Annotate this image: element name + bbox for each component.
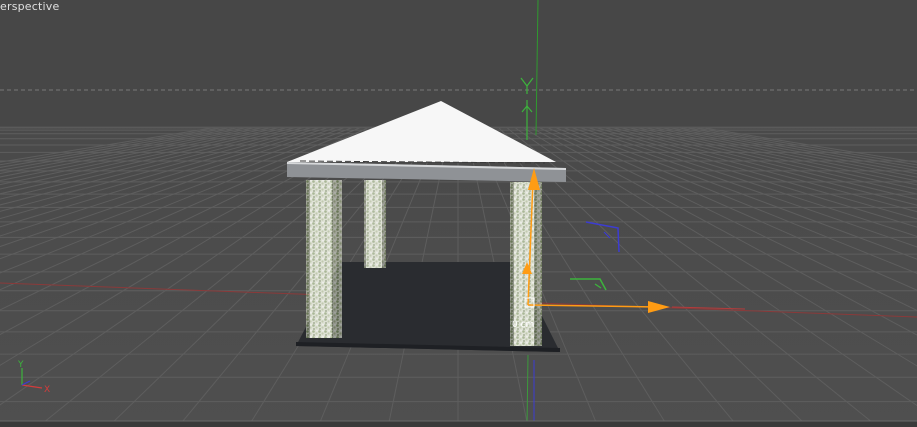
axis-widget-y-label: Y	[17, 360, 24, 370]
ivy-back-left	[364, 180, 386, 268]
viewport-name-label[interactable]: erspective	[0, 0, 59, 13]
viewport-canvas[interactable]: Y X	[0, 0, 917, 427]
axis-widget-x-label: X	[44, 385, 50, 395]
ivy-front-left	[306, 180, 342, 338]
viewport-bottom-border	[0, 421, 917, 427]
perspective-viewport[interactable]: Y X erspective 0 cm	[0, 0, 917, 427]
horizon-sky	[0, 0, 917, 127]
gizmo-distance-readout: 0 cm	[512, 320, 535, 330]
